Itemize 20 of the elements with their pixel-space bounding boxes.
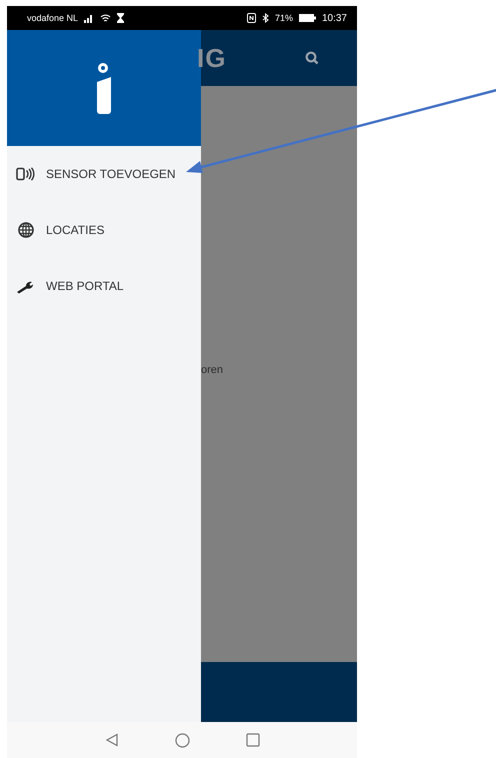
home-icon[interactable] [174,732,190,748]
battery-icon [298,14,316,22]
logo-icon [96,62,112,114]
drawer-item[interactable]: WEB PORTAL [7,258,201,314]
clock-time: 10:37 [322,12,347,24]
globe-icon [16,222,36,238]
drawer-item[interactable]: SENSOR TOEVOEGEN [7,146,201,202]
carrier-name: vodafone NL [27,13,78,23]
content-text: oren [201,364,224,376]
wifi-icon [100,14,112,22]
sensor-signal-icon [16,167,36,181]
signal-icon [84,14,94,22]
search-icon[interactable] [305,51,319,65]
battery-percentage: 71% [274,13,293,23]
nfc-icon [246,13,256,23]
drawer-item[interactable]: LOCATIES [7,202,201,258]
recents-icon[interactable] [246,733,260,747]
bluetooth-icon [262,13,269,23]
hourglass-icon [117,13,124,23]
back-icon[interactable] [104,733,118,747]
